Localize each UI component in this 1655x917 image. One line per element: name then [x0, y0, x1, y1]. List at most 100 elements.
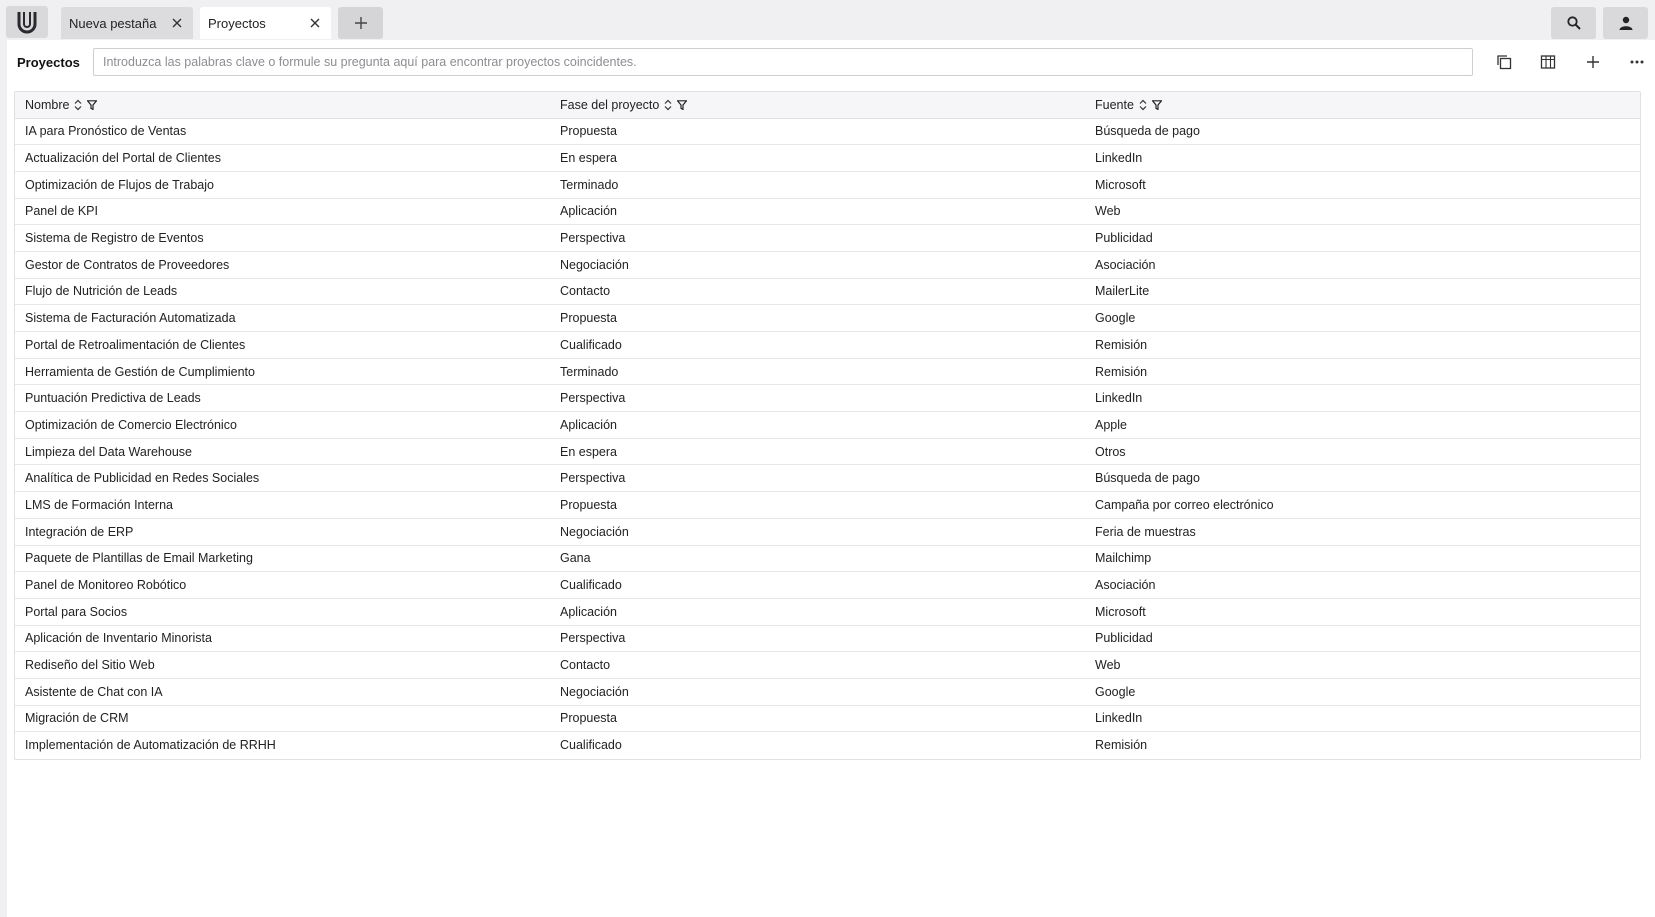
table-row[interactable]: Optimización de Flujos de Trabajo Termina… — [15, 171, 1640, 199]
user-icon — [1619, 16, 1632, 30]
table-row[interactable]: Herramienta de Gestión de Cumplimiento Te… — [15, 358, 1640, 386]
cell-fase: Perspectiva — [550, 464, 1085, 493]
cell-nombre: Implementación de Automatización de RRHH — [25, 738, 276, 753]
cell-fase: Aplicación — [550, 198, 1085, 226]
copy-button[interactable] — [1486, 48, 1522, 76]
table-row[interactable]: Panel de Monitoreo Robótico Cualificado As… — [15, 571, 1640, 599]
more-options-button[interactable] — [1619, 48, 1655, 76]
cell-fuente: Asociación — [1085, 571, 1640, 599]
board-view-button[interactable] — [1530, 48, 1566, 76]
cell-nombre: Panel de KPI — [15, 198, 550, 226]
more-icon — [1630, 60, 1644, 64]
table-row[interactable]: Paquete de Plantillas de Email Marketing… — [15, 545, 1640, 573]
table-row[interactable]: Implementación de Automatización de RRHH… — [15, 732, 1640, 759]
column-label: Nombre — [25, 97, 70, 112]
sort-icon[interactable] — [664, 99, 672, 111]
table-row[interactable]: Flujo de Nutrición de Leads Contacto Maile… — [15, 278, 1640, 306]
table-row[interactable]: Portal para Socios Aplicación Microsoft — [15, 598, 1640, 626]
table-row[interactable]: Asistente de Chat con IA Negociación Googl… — [15, 678, 1640, 706]
table-row[interactable]: Portal de Retroalimentación de Clientes C… — [15, 331, 1640, 359]
table-row[interactable]: LMS de Formación Interna Propuesta Campaña… — [15, 491, 1640, 519]
cell-nombre: Rediseño del Sitio Web — [15, 651, 550, 679]
cell-fuente: Remisión — [1085, 358, 1640, 386]
cell-fuente: Web — [1085, 198, 1640, 226]
column-header-fuente[interactable]: Fuente — [1085, 92, 1640, 119]
tab-nueva-pestana[interactable]: Nueva pestaña — [61, 7, 193, 39]
cell-fuente: Remisión — [1085, 331, 1640, 359]
tab-proyectos[interactable]: Proyectos — [200, 7, 331, 39]
table-row[interactable]: Actualización del Portal de Clientes En e… — [15, 144, 1640, 172]
projects-table: Nombre Fase del proyecto Fuente IA para … — [14, 91, 1641, 760]
cell-fuente: Remisión — [1095, 738, 1148, 753]
cell-fase: En espera — [550, 144, 1085, 172]
column-label: Fase del proyecto — [560, 97, 660, 112]
cell-nombre: Panel de Monitoreo Robótico — [15, 571, 550, 599]
cell-nombre: Integración de ERP — [15, 518, 550, 546]
board-view-icon — [1540, 55, 1556, 69]
cell-nombre: Sistema de Facturación Automatizada — [15, 304, 550, 332]
cell-nombre: Asistente de Chat con IA — [15, 678, 550, 706]
column-header-fase[interactable]: Fase del proyecto — [550, 92, 1085, 119]
cell-fase: Cualificado — [560, 738, 622, 753]
cell-fuente: Apple — [1085, 411, 1640, 439]
u-logo-icon[interactable] — [6, 6, 48, 38]
cell-fase: Terminado — [550, 358, 1085, 386]
filter-icon[interactable] — [677, 99, 688, 110]
cell-nombre: Puntuación Predictiva de Leads — [15, 384, 550, 413]
cell-nombre: Optimización de Comercio Electrónico — [15, 411, 550, 439]
cell-fuente: Búsqueda de pago — [1085, 464, 1640, 493]
cell-fase: Cualificado — [550, 331, 1085, 359]
cell-fase: Aplicación — [550, 598, 1085, 626]
global-search-button[interactable] — [1551, 7, 1596, 39]
table-row[interactable]: Optimización de Comercio Electrónico Apli… — [15, 411, 1640, 439]
table-row[interactable]: Rediseño del Sitio Web Contacto Web — [15, 651, 1640, 679]
table-row[interactable]: Sistema de Facturación Automatizada Propu… — [15, 304, 1640, 332]
table-row[interactable]: Gestor de Contratos de Proveedores Negoci… — [15, 251, 1640, 279]
table-row[interactable]: Limpieza del Data Warehouse En espera Otro… — [15, 438, 1640, 466]
cell-fuente: Publicidad — [1085, 224, 1640, 252]
table-row[interactable]: Sistema de Registro de Eventos Perspectiv… — [15, 224, 1640, 252]
cell-nombre: Gestor de Contratos de Proveedores — [15, 251, 550, 279]
filter-icon[interactable] — [87, 99, 98, 110]
cell-fase: Propuesta — [550, 491, 1085, 519]
toolbar: Proyectos — [7, 40, 1655, 84]
close-icon[interactable] — [303, 11, 327, 35]
cell-nombre: Limpieza del Data Warehouse — [15, 438, 550, 466]
cell-fase: Contacto — [550, 651, 1085, 679]
table-row[interactable]: Migración de CRM Propuesta LinkedIn — [15, 705, 1640, 733]
cell-nombre: Herramienta de Gestión de Cumplimiento — [15, 358, 550, 386]
plus-icon — [1587, 56, 1599, 68]
cell-fase: Negociación — [550, 518, 1085, 546]
cell-fase: Terminado — [550, 171, 1085, 199]
cell-fase: Cualificado — [550, 571, 1085, 599]
cell-fuente: Google — [1085, 304, 1640, 332]
cell-fuente: Google — [1085, 678, 1640, 706]
cell-fase: Negociación — [550, 251, 1085, 279]
search-input[interactable] — [93, 48, 1473, 76]
cell-fase: Propuesta — [550, 705, 1085, 733]
cell-fuente: LinkedIn — [1085, 384, 1640, 413]
cell-fase: Aplicación — [550, 411, 1085, 439]
cell-fuente: Feria de muestras — [1085, 518, 1640, 546]
sort-icon[interactable] — [1139, 99, 1147, 111]
cell-nombre: Migración de CRM — [15, 705, 550, 733]
sort-icon[interactable] — [74, 99, 82, 111]
copy-icon — [1497, 55, 1512, 70]
table-row[interactable]: Puntuación Predictiva de Leads Perspectiv… — [15, 384, 1640, 413]
table-row[interactable]: IA para Pronóstico de Ventas Propuesta Bús… — [15, 118, 1640, 146]
filter-icon[interactable] — [1151, 99, 1162, 110]
new-tab-button[interactable] — [338, 7, 383, 39]
close-icon[interactable] — [165, 11, 189, 35]
table-row[interactable]: Analítica de Publicidad en Redes Sociale… — [15, 464, 1640, 493]
table-row[interactable]: Integración de ERP Negociación Feria de mu… — [15, 518, 1640, 546]
cell-nombre: Paquete de Plantillas de Email Marketing — [15, 545, 550, 573]
user-menu-button[interactable] — [1603, 7, 1648, 39]
cell-nombre: Portal de Retroalimentación de Clientes — [15, 331, 550, 359]
cell-nombre: Actualización del Portal de Clientes — [15, 144, 550, 172]
cell-fuente: Asociación — [1085, 251, 1640, 279]
column-header-nombre[interactable]: Nombre — [15, 92, 550, 119]
table-row[interactable]: Panel de KPI Aplicación Web — [15, 198, 1640, 226]
cell-nombre: Optimización de Flujos de Trabajo — [15, 171, 550, 199]
table-row[interactable]: Aplicación de Inventario Minorista Perspe… — [15, 625, 1640, 653]
add-project-button[interactable] — [1575, 48, 1611, 76]
